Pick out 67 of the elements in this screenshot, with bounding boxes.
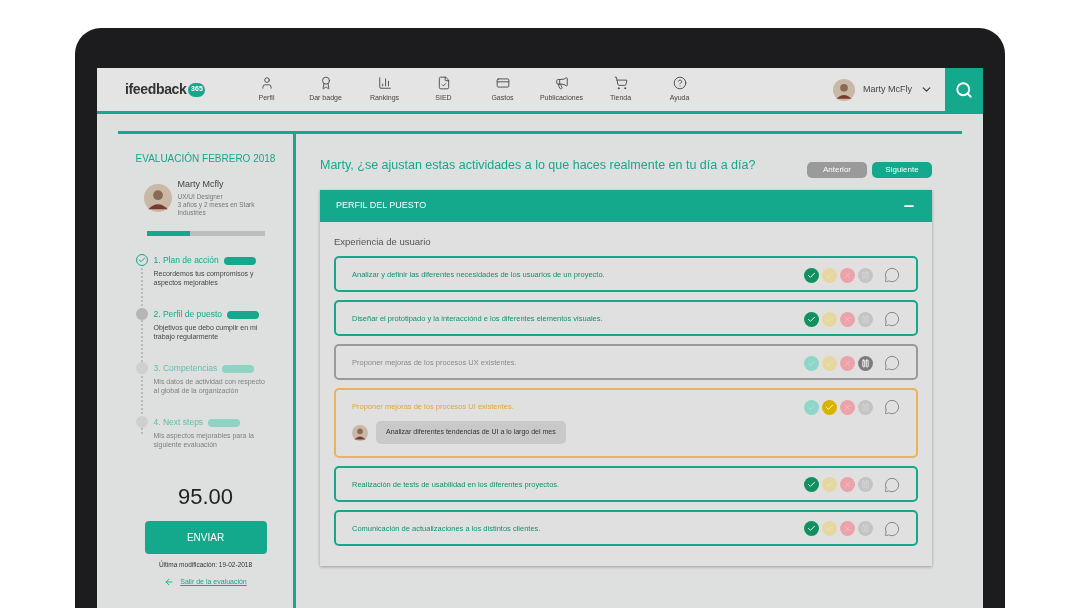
cross-button[interactable] xyxy=(840,267,855,283)
cross-button[interactable] xyxy=(840,355,855,371)
comment-icon[interactable] xyxy=(884,399,900,416)
pause-button[interactable] xyxy=(858,355,873,371)
pause-icon xyxy=(861,314,870,324)
user-icon xyxy=(259,75,274,90)
step-title: 1. Plan de acción xyxy=(153,254,219,267)
check-button[interactable] xyxy=(804,521,819,537)
search-button[interactable] xyxy=(945,68,983,111)
avatar xyxy=(352,424,368,441)
x-icon xyxy=(843,358,852,368)
avatar xyxy=(143,183,172,212)
logo[interactable]: ifeedback xyxy=(125,79,187,100)
x-icon xyxy=(843,314,852,324)
step-title: 3. Competencias xyxy=(153,362,218,375)
question-heading: Marty, ¿se ajustan estas actividades a lo que haces realmente en tu día a día? xyxy=(320,156,756,174)
pause-button[interactable] xyxy=(858,477,873,493)
pause-icon xyxy=(861,524,870,534)
step-title: 2. Perfil de puesto xyxy=(153,308,222,321)
help-icon xyxy=(672,75,687,90)
pause-icon xyxy=(861,270,870,280)
x-icon xyxy=(843,402,852,412)
x-icon xyxy=(843,480,852,490)
score: 95.00 xyxy=(177,483,234,512)
pause-button[interactable] xyxy=(858,399,873,415)
bar-chart-icon xyxy=(377,75,392,90)
pause-button[interactable] xyxy=(858,267,873,283)
pause-icon xyxy=(861,402,870,412)
comment-icon[interactable] xyxy=(884,355,900,372)
check-button[interactable] xyxy=(804,267,819,283)
cross-button[interactable] xyxy=(840,521,855,537)
x-icon xyxy=(843,270,852,280)
check-button[interactable] xyxy=(804,311,819,327)
credit-card-icon xyxy=(495,75,510,90)
comment-icon[interactable] xyxy=(884,476,900,493)
cross-button[interactable] xyxy=(840,399,855,415)
pause-icon xyxy=(861,480,870,490)
group-title: Experiencia de usuario xyxy=(334,235,432,249)
step-badge xyxy=(222,364,255,373)
cross-button[interactable] xyxy=(840,311,855,327)
search-icon xyxy=(955,80,973,99)
evaluation-title: EVALUACIÓN FEBRERO 2018 xyxy=(135,151,276,166)
cross-button[interactable] xyxy=(840,477,855,493)
cart-icon xyxy=(613,75,628,90)
step-title: 4. Next steps xyxy=(153,416,204,429)
document-check-icon xyxy=(436,75,451,90)
check-button[interactable] xyxy=(804,477,819,493)
megaphone-icon xyxy=(554,75,569,90)
pause-icon xyxy=(861,358,870,368)
step-badge xyxy=(223,256,256,265)
step-badge xyxy=(208,418,241,427)
partial-button[interactable] xyxy=(822,399,837,415)
back-arrow-icon xyxy=(164,577,175,588)
check-button[interactable] xyxy=(804,355,819,371)
comment-icon[interactable] xyxy=(884,520,900,537)
user-name: Marty McFly xyxy=(863,82,912,96)
comment-icon[interactable] xyxy=(884,311,900,328)
pause-button[interactable] xyxy=(858,311,873,327)
employee-name: Marty Mcfly xyxy=(177,178,225,191)
partial-button[interactable] xyxy=(822,355,837,371)
comment-icon[interactable] xyxy=(884,267,900,284)
x-icon xyxy=(843,524,852,534)
pause-button[interactable] xyxy=(858,521,873,537)
user-menu[interactable]: Marty McFly xyxy=(833,68,945,111)
avatar xyxy=(833,78,855,101)
step-badge xyxy=(227,310,259,319)
check-button[interactable] xyxy=(804,399,819,415)
